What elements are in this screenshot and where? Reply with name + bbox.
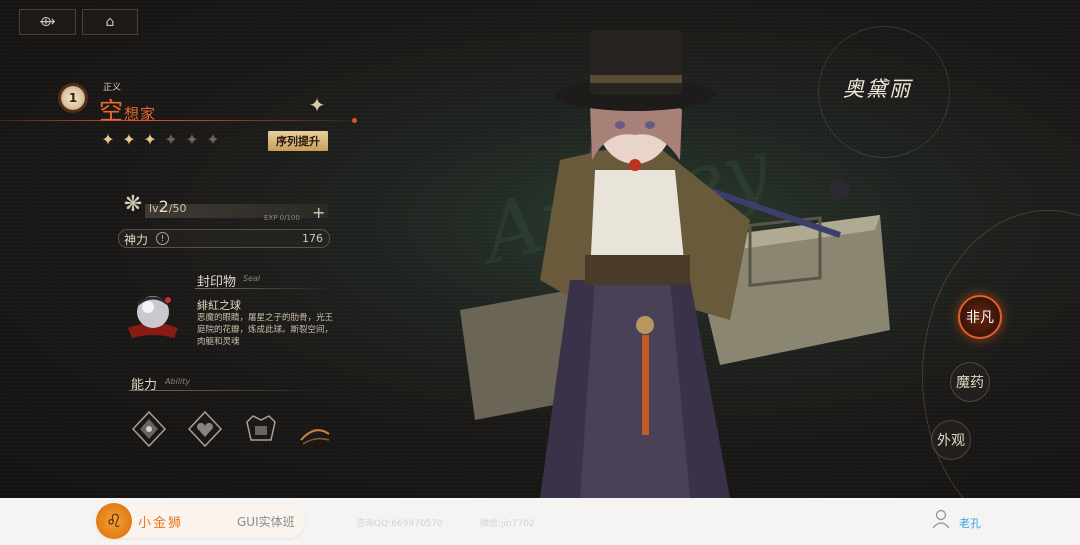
wechat-contact: 微信:jin7702	[480, 519, 535, 529]
star-icon: ✦	[101, 130, 115, 149]
back-button[interactable]: ⟴	[19, 9, 76, 35]
menu-item-label: 魔药	[956, 375, 984, 391]
power-bar	[118, 229, 330, 248]
star-icon: ✦	[206, 130, 220, 149]
level-prefix: lv	[149, 202, 159, 215]
divider-line	[0, 120, 355, 121]
character-name: 奥黛丽	[843, 77, 912, 101]
ability-crown-icon[interactable]	[243, 410, 279, 448]
ability-eye-icon[interactable]	[131, 410, 167, 448]
star-icon: ✦	[143, 130, 157, 149]
ability-divider	[129, 390, 329, 391]
compass-star-icon[interactable]: ✦	[306, 94, 328, 116]
seal-item-description: 恶魔的眼睛，屠星之子的肋骨，光王庭院的花瓣，炼成此球。斯裂空间，肉躯和灵魂	[197, 313, 334, 347]
level-up-plus-button[interactable]: +	[312, 203, 325, 222]
menu-item-appearance[interactable]: 外观	[931, 420, 971, 460]
brand-name: 小金狮	[138, 516, 184, 531]
divider-dot	[352, 118, 357, 123]
rank-badge: 1	[61, 86, 85, 110]
ability-next-icon[interactable]	[297, 410, 333, 448]
seal-divider	[195, 288, 335, 289]
power-label: 神力	[124, 233, 149, 247]
home-button[interactable]: ⌂	[82, 9, 138, 35]
seal-item-name: 緋紅之球	[197, 299, 241, 312]
level-current: 2	[158, 197, 169, 216]
menu-item-label: 外观	[937, 433, 965, 449]
level-max: /50	[168, 202, 187, 215]
star-rating: ✦ ✦ ✦ ✦ ✦ ✦	[99, 131, 222, 149]
menu-item-potion[interactable]: 魔药	[950, 362, 990, 402]
promote-sequence-button[interactable]: 序列提升	[268, 131, 328, 151]
user-icon	[932, 509, 950, 529]
home-icon: ⌂	[105, 14, 115, 30]
star-icon: ✦	[185, 130, 199, 149]
star-icon: ✦	[122, 130, 136, 149]
level-emblem-icon: ❋	[123, 192, 143, 217]
seal-section-sub: Seal	[243, 274, 261, 283]
exp-text: EXP 0/100	[264, 214, 300, 222]
game-stage: ⟴ ⌂ 1 正义 空想家 ✦ ✦ ✦ ✦ ✦ ✦ ✦ 序列提升 ❋ lv2/50 EXP …	[0, 0, 1080, 498]
course-name: GUI实体班	[237, 515, 295, 529]
info-icon[interactable]: !	[156, 232, 169, 245]
qq-contact: 咨询QQ:669970570	[356, 519, 443, 529]
author-name: 老孔	[959, 517, 981, 530]
back-icon: ⟴	[39, 14, 56, 30]
ability-heart-icon[interactable]	[187, 410, 223, 448]
lion-logo-icon: ♌	[96, 503, 132, 539]
level-text: lv2/50	[149, 197, 186, 216]
menu-item-label: 非凡	[966, 310, 994, 326]
menu-item-extraordinary[interactable]: 非凡	[958, 295, 1002, 339]
star-icon: ✦	[164, 130, 178, 149]
ability-section-sub: Ability	[165, 377, 191, 386]
power-value: 176	[302, 232, 323, 245]
crimson-orb-icon[interactable]	[124, 288, 182, 342]
